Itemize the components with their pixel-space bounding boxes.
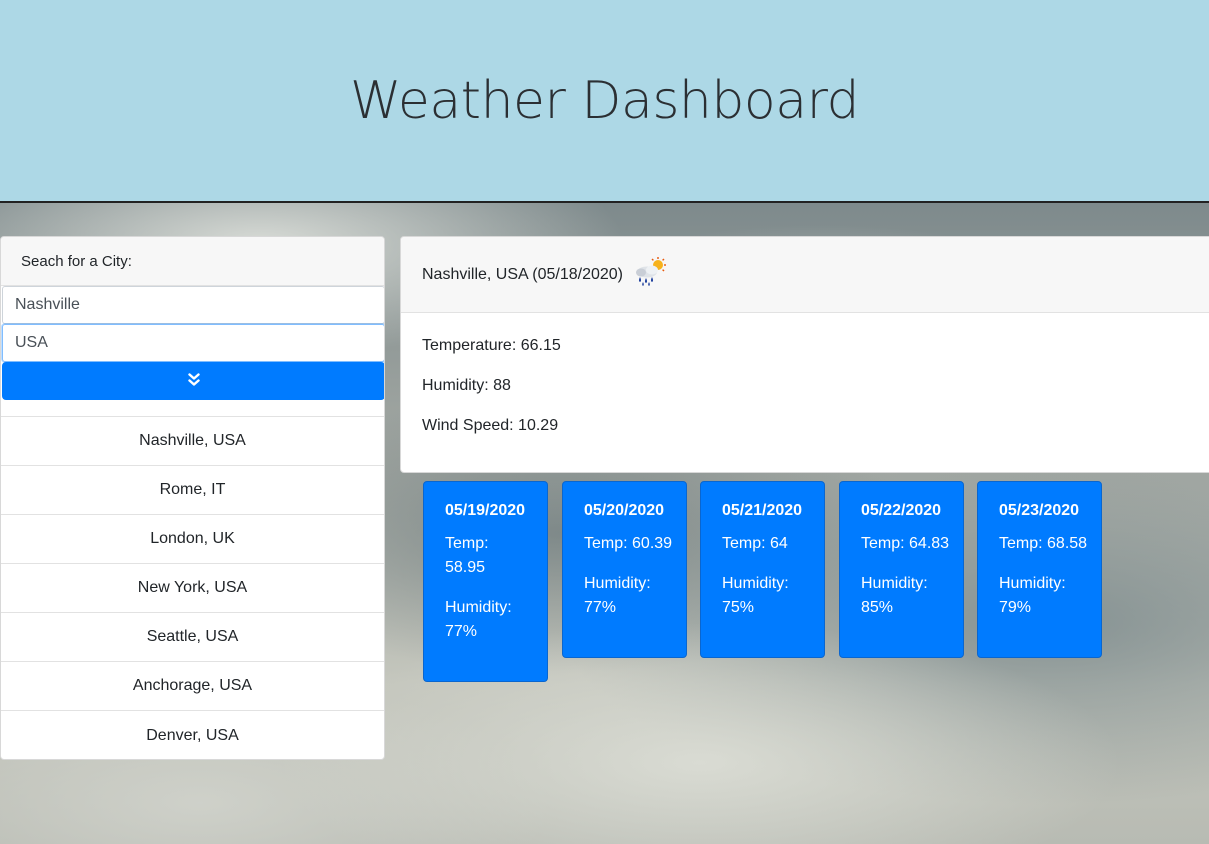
forecast-temp-value: 60.39 (632, 535, 673, 552)
forecast-temp-label: Temp: (584, 535, 628, 552)
current-temperature: Temperature: 66.15 (422, 337, 561, 354)
forecast-humidity: Humidity: 75% (722, 572, 824, 620)
forecast-humidity-value: 77% (584, 599, 617, 616)
forecast-temp: Temp: 68.58 (999, 532, 1101, 556)
forecast-humidity-value: 77% (445, 623, 478, 640)
forecast-temp: Temp: 64.83 (861, 532, 963, 556)
forecast-date: 05/22/2020 (861, 502, 942, 519)
forecast-card: 05/21/2020 Temp: 64 Humidity: 75% (700, 481, 825, 658)
forecast-humidity-value: 79% (999, 599, 1032, 616)
forecast-humidity-label: Humidity: (999, 575, 1066, 592)
current-city-date: Nashville, USA (05/18/2020) (422, 265, 623, 283)
history-item-rome[interactable]: Rome, IT (1, 466, 384, 515)
forecast-temp-label: Temp: (861, 535, 905, 552)
history-item-denver[interactable]: Denver, USA (1, 711, 384, 759)
current-weather-body: Temperature: 66.15 Humidity: 88 Wind Spe… (401, 313, 1209, 456)
forecast-temp-value: 64.83 (909, 535, 950, 552)
search-panel: Seach for a City: Nashville, USA Rome, I… (0, 236, 385, 760)
history-item-nashville[interactable]: Nashville, USA (1, 417, 384, 466)
forecast-temp-value: 68.58 (1047, 535, 1088, 552)
forecast-temp: Temp: 60.39 (584, 532, 686, 556)
city-input[interactable] (2, 286, 384, 324)
forecast-card: 05/22/2020 Temp: 64.83 Humidity: 85% (839, 481, 964, 658)
current-weather-header: Nashville, USA (05/18/2020) (401, 237, 1209, 313)
forecast-humidity-label: Humidity: (722, 575, 789, 592)
page-title: Weather Dashboard (349, 70, 860, 131)
history-item-new-york[interactable]: New York, USA (1, 564, 384, 613)
forecast-card: 05/20/2020 Temp: 60.39 Humidity: 77% (562, 481, 687, 658)
rain-sun-icon (631, 256, 669, 293)
forecast-date: 05/20/2020 (584, 502, 665, 519)
forecast-temp: Temp: 64 (722, 532, 824, 556)
forecast-temp-value: 64 (770, 535, 788, 552)
forecast-humidity-label: Humidity: (445, 599, 512, 616)
history-item-anchorage[interactable]: Anchorage, USA (1, 662, 384, 711)
search-heading: Seach for a City: (1, 237, 384, 286)
forecast-card: 05/23/2020 Temp: 68.58 Humidity: 79% (977, 481, 1102, 658)
history-item-london[interactable]: London, UK (1, 515, 384, 564)
forecast-temp-value: 58.95 (445, 559, 486, 576)
history-item-seattle[interactable]: Seattle, USA (1, 613, 384, 662)
country-input[interactable] (2, 324, 384, 362)
forecast-humidity-value: 85% (861, 599, 894, 616)
forecast-date: 05/21/2020 (722, 502, 803, 519)
search-button[interactable] (2, 362, 384, 400)
forecast-date: 05/19/2020 (445, 502, 526, 519)
page-header: Weather Dashboard (0, 0, 1209, 203)
chevron-double-down-icon (187, 372, 200, 390)
current-wind-speed: Wind Speed: 10.29 (422, 417, 559, 434)
forecast-date: 05/23/2020 (999, 502, 1080, 519)
forecast-humidity-label: Humidity: (861, 575, 928, 592)
forecast-humidity: Humidity: 77% (584, 572, 686, 620)
forecast-humidity: Humidity: 85% (861, 572, 963, 620)
forecast-humidity-value: 75% (722, 599, 755, 616)
current-humidity: Humidity: 88 (422, 377, 511, 394)
forecast-temp-label: Temp: (445, 535, 489, 552)
forecast-humidity: Humidity: 79% (999, 572, 1101, 620)
forecast-humidity: Humidity: 77% (445, 596, 547, 644)
forecast-card: 05/19/2020 Temp: 58.95 Humidity: 77% (423, 481, 548, 682)
forecast-temp-label: Temp: (999, 535, 1043, 552)
forecast-temp-label: Temp: (722, 535, 766, 552)
forecast-temp: Temp: 58.95 (445, 532, 547, 580)
forecast-humidity-label: Humidity: (584, 575, 651, 592)
search-history-list: Nashville, USA Rome, IT London, UK New Y… (1, 416, 384, 759)
current-weather-panel: Nashville, USA (05/18/2020) Temperature:… (400, 236, 1209, 473)
